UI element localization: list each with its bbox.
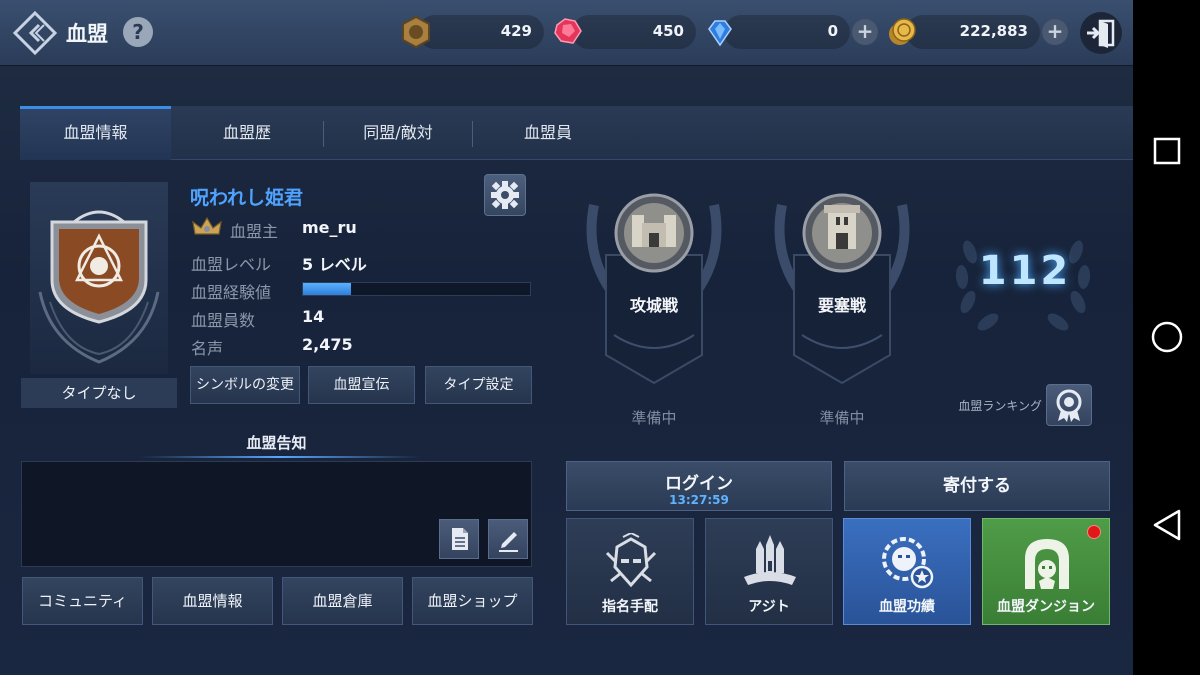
dungeon-label: 血盟ダンジョン [997,599,1095,615]
page-title: 血盟 [66,22,108,46]
hideout-tile[interactable]: アジト [705,518,833,625]
leader-label: 血盟主 [230,222,279,241]
currency-value: 429 [500,22,532,40]
login-button[interactable]: ログイン 13:27:59 [566,461,832,511]
gear-icon [491,181,519,209]
tab-guild-members[interactable]: 血盟員 [473,106,623,160]
tab-guild-history[interactable]: 血盟歴 [171,106,323,160]
gold-coin-icon [889,18,916,45]
fortress-war-label: 要塞戦 [817,296,866,315]
currency-value: 222,883 [959,22,1028,40]
fortress-war-status: 準備中 [819,409,865,427]
level-label: 血盟レベル [191,255,272,274]
tab-alliance-enemy[interactable]: 同盟/敵対 [324,106,472,160]
siege-war-label: 攻城戦 [629,296,678,315]
hideout-castle-icon [744,535,796,585]
dungeon-gate-icon [1025,539,1069,589]
guild-name: 呪われし姫君 [190,187,304,209]
medal-coin-icon [402,15,430,49]
recent-apps-icon[interactable] [1152,136,1182,166]
donate-button[interactable]: 寄付する [844,461,1110,511]
currency-medal: 429 [418,15,544,49]
guild-storage-button[interactable]: 血盟倉庫 [282,577,403,625]
crown-icon [192,216,222,235]
wanted-mask-icon [605,533,657,588]
add-blue-gem-button[interactable]: + [852,19,878,45]
android-nav-bar [1133,0,1200,675]
guild-shop-button[interactable]: 血盟ショップ [412,577,533,625]
blue-gem-icon [708,20,732,47]
back-nav-icon[interactable] [1151,508,1183,542]
tab-guild-info[interactable]: 血盟情報 [20,106,171,160]
currency-gold: 222,883 [906,15,1040,49]
home-icon[interactable] [1150,320,1184,354]
guild-emblem [30,182,168,374]
ranking-button[interactable] [1046,384,1092,426]
leader-value: me_ru [302,218,357,237]
siege-war-card[interactable] [584,185,724,385]
lion-achievement-icon [882,537,934,589]
top-bar: 血盟 ? 429 450 0 + 222,883 + [0,0,1133,66]
game-screen: 血盟 ? 429 450 0 + 222,883 + 血盟情報 血盟歴 同盟/敵… [0,0,1133,675]
tab-bar: 血盟情報 血盟歴 同盟/敵対 血盟員 [20,106,1133,160]
change-symbol-button[interactable]: シンボルの変更 [190,366,300,404]
login-label: ログイン [665,474,733,494]
red-gem-icon [554,18,582,44]
notice-title: 血盟告知 [246,434,307,452]
fortress-war-card[interactable] [772,185,912,385]
guild-ranking-value: 112 [978,248,1072,294]
members-label: 血盟員数 [191,311,256,330]
currency-blue-gem: 0 [724,15,850,49]
currency-value: 0 [827,22,838,40]
guild-info-button[interactable]: 血盟情報 [152,577,273,625]
back-icon[interactable] [13,11,57,55]
document-icon [452,528,468,550]
xp-progress-bar [302,282,531,296]
level-value: 5 レベル [302,255,367,274]
settings-button[interactable] [484,174,526,216]
ribbon-badge-icon [1056,389,1082,422]
dungeon-tile[interactable]: 血盟ダンジョン [982,518,1110,625]
exit-door-icon [1087,19,1115,48]
pencil-icon [499,532,518,552]
fame-value: 2,475 [302,335,353,354]
guild-promo-button[interactable]: 血盟宣伝 [308,366,415,404]
wanted-label: 指名手配 [602,599,658,615]
currency-value: 450 [652,22,684,40]
achievement-tile[interactable]: 血盟功績 [843,518,971,625]
add-gold-button[interactable]: + [1042,19,1068,45]
community-button[interactable]: コミュニティ [22,577,143,625]
type-setting-button[interactable]: タイプ設定 [425,366,532,404]
siege-war-status: 準備中 [631,409,677,427]
notice-edit-button[interactable] [488,519,528,559]
fame-label: 名声 [191,339,224,358]
help-button[interactable]: ? [123,17,153,47]
hideout-label: アジト [748,599,790,615]
xp-progress-fill [303,283,351,295]
currency-red-gem: 450 [572,15,696,49]
notification-dot [1087,525,1101,539]
achievement-label: 血盟功績 [879,599,935,615]
guild-type-label: タイプなし [21,378,177,408]
notice-view-button[interactable] [439,519,479,559]
wanted-tile[interactable]: 指名手配 [566,518,694,625]
members-value: 14 [302,307,325,326]
xp-label: 血盟経験値 [191,283,272,302]
notice-divider [140,456,420,458]
exit-button[interactable] [1080,12,1122,54]
login-timer: 13:27:59 [669,493,729,507]
guild-ranking-label: 血盟ランキング [958,399,1042,413]
